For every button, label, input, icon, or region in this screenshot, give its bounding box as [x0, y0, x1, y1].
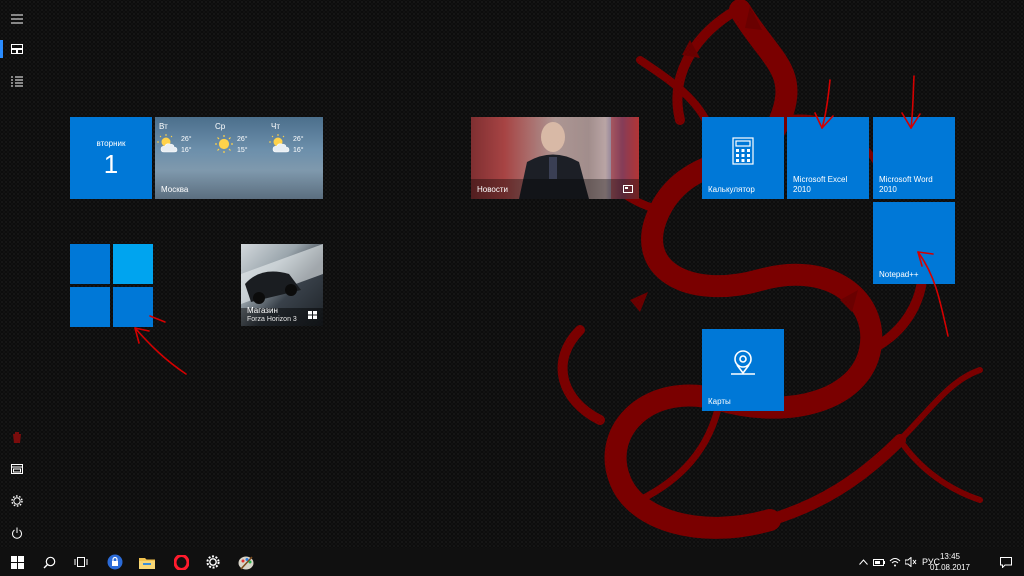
settings-rail-button[interactable] [0, 484, 34, 518]
task-view-icon [74, 557, 88, 567]
settings-button[interactable] [196, 548, 230, 576]
calculator-tile[interactable]: Калькулятор [702, 117, 784, 199]
word-label-line1: Microsoft Word [879, 175, 933, 184]
volume-button[interactable] [904, 548, 918, 576]
weather-high: 26° [181, 136, 192, 143]
calendar-day-name: вторник [96, 139, 126, 148]
paint-button[interactable] [229, 548, 263, 576]
calendar-tile[interactable]: вторник 1 [70, 117, 152, 199]
weather-city-label: Москва [161, 185, 189, 194]
weather-low: 16° [293, 147, 304, 154]
maps-tile[interactable]: Карты [702, 329, 784, 411]
power-button[interactable] [0, 516, 34, 550]
chevron-up-icon [858, 559, 868, 565]
tray-expand-button[interactable] [856, 548, 870, 576]
sun-icon [215, 135, 233, 153]
excel-tile[interactable]: Microsoft Excel 2010 [787, 117, 869, 199]
windows-logo-square [70, 244, 110, 284]
partly-cloudy-icon [269, 134, 290, 153]
weather-high: 26° [293, 136, 304, 143]
opera-button[interactable] [164, 548, 198, 576]
settings-icon [11, 495, 23, 507]
wifi-icon [889, 558, 901, 567]
store-sublabel: Forza Horizon 3 [247, 316, 297, 323]
news-label: Новости [477, 185, 508, 194]
calculator-label: Калькулятор [708, 185, 755, 194]
notepad-label: Notepad++ [879, 270, 919, 279]
excel-label: Microsoft Excel 2010 [793, 175, 847, 195]
windows-logo-tile[interactable] [70, 244, 153, 327]
store-badge-icon [308, 311, 317, 319]
all-apps-icon [11, 76, 23, 86]
search-button[interactable] [32, 548, 66, 576]
start-button[interactable] [0, 548, 34, 576]
windows-start-icon [10, 555, 24, 569]
menu-button[interactable] [0, 2, 34, 36]
word-label: Microsoft Word 2010 [879, 175, 933, 195]
menu-icon [11, 14, 23, 24]
windows-logo-square [113, 244, 153, 284]
calculator-icon [732, 137, 754, 166]
windows-logo-square [113, 287, 153, 327]
weather-tile[interactable]: Вт 26° 16° Ср 26° 15° Чт 26° 16° Москва [155, 117, 323, 199]
opera-icon [173, 554, 189, 570]
weather-day-3: Чт 26° 16° [267, 122, 317, 154]
security-app-button[interactable] [98, 548, 132, 576]
tiles-icon [11, 44, 23, 54]
paint-icon [238, 555, 254, 570]
windows-logo-square [70, 287, 110, 327]
lock-app-icon [107, 554, 123, 570]
explorer-button[interactable] [0, 452, 34, 486]
task-view-button[interactable] [64, 548, 98, 576]
tiles-button[interactable] [0, 32, 34, 66]
calendar-day-number: 1 [103, 149, 119, 179]
notepad-tile[interactable]: Notepad++ [873, 202, 955, 284]
maps-label: Карты [708, 397, 731, 406]
partly-cloudy-icon [157, 134, 178, 153]
weather-day-2: Ср 26° 15° [211, 122, 261, 154]
taskbar: РУС 13:45 01.08.2017 [0, 548, 1024, 576]
store-tile[interactable]: Магазин Forza Horizon 3 [241, 244, 323, 326]
all-apps-button[interactable] [0, 64, 34, 98]
battery-button[interactable] [872, 548, 886, 576]
annotation-arrow-windows [134, 327, 187, 375]
word-tile[interactable]: Microsoft Word 2010 [873, 117, 955, 199]
power-icon [12, 527, 22, 539]
excel-label-line2: 2010 [793, 185, 811, 194]
maps-icon [731, 350, 755, 376]
weather-low: 15° [237, 147, 248, 154]
gear-icon [206, 555, 220, 569]
weather-day-label: Чт [271, 122, 280, 131]
weather-high: 26° [237, 136, 248, 143]
weather-low: 16° [181, 147, 192, 154]
recent-app-button[interactable] [0, 420, 34, 454]
news-badge-icon [623, 185, 633, 193]
word-label-line2: 2010 [879, 185, 897, 194]
weather-day-label: Ср [215, 122, 226, 131]
start-left-rail [0, 0, 34, 548]
battery-icon [873, 558, 885, 566]
news-tile[interactable]: Новости [471, 117, 639, 199]
search-icon [43, 556, 55, 568]
weather-day-1: Вт 26° 16° [155, 122, 205, 154]
clock-time: 13:45 [939, 552, 961, 561]
clock[interactable]: 13:45 01.08.2017 [920, 551, 980, 573]
clock-date: 01.08.2017 [929, 563, 971, 572]
volume-muted-icon [905, 557, 917, 567]
file-explorer-button[interactable] [130, 548, 164, 576]
excel-label-line1: Microsoft Excel [793, 175, 848, 184]
weather-day-label: Вт [159, 122, 168, 131]
explorer-icon [11, 464, 23, 474]
folder-icon [139, 557, 155, 569]
notification-icon [1000, 556, 1012, 568]
wifi-button[interactable] [888, 548, 902, 576]
action-center-button[interactable] [992, 548, 1020, 576]
recent-app-icon [13, 432, 21, 443]
